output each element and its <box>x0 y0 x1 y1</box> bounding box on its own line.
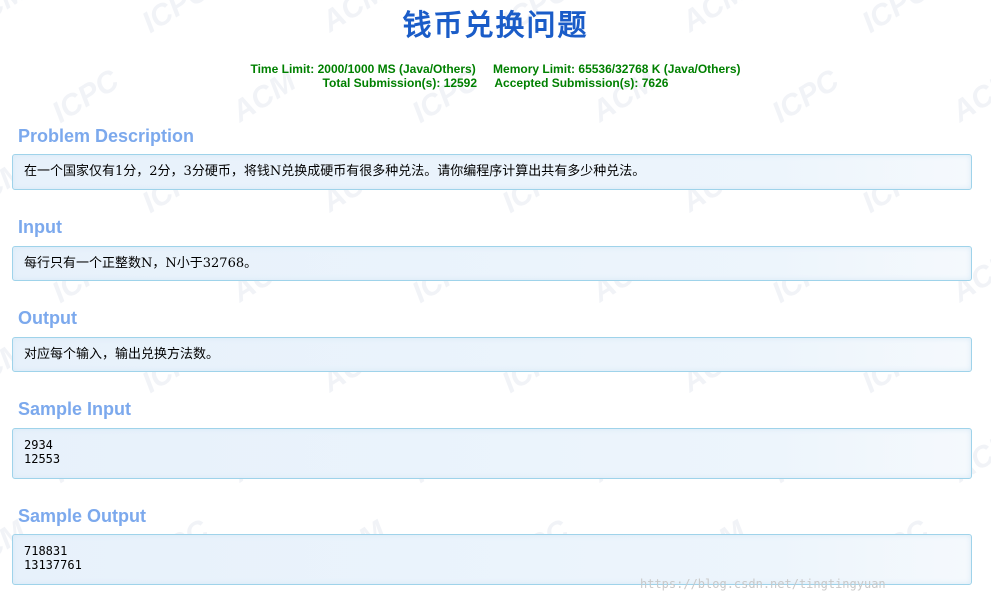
page-title: 钱币兑换问题 <box>402 8 589 42</box>
sample-output-block: 718831 13137761 <box>24 535 960 572</box>
input-panel: 每行只有一个正整数N，N小于32768。 <box>12 246 972 281</box>
sample-output-heading: Sample Output <box>18 506 147 526</box>
description-heading: Problem Description <box>18 126 195 146</box>
accepted-submissions: Accepted Submission(s): 7626 <box>494 76 669 90</box>
description-text: 在一个国家仅有1分，2分，3分硬币，将钱N兑换成硬币有很多种兑法。请你编程序计算… <box>24 164 646 179</box>
watermark-background: ACM ICPC ACM ICPC ACM ICPC ICPC ACM ICPC ACM ICPC A… <box>0 0 991 605</box>
memory-limit: Memory Limit: 65536/32768 K (Java/Others… <box>493 62 741 76</box>
time-limit: Time Limit: 2000/1000 MS (Java/Others) <box>250 62 476 76</box>
sample-input-line: 12553 <box>24 452 61 466</box>
output-heading: Output <box>18 308 77 328</box>
input-text: 每行只有一个正整数N，N小于32768。 <box>24 256 258 271</box>
source-url-watermark: https://blog.csdn.net/tingtingyuan <box>640 577 886 591</box>
sample-input-block: 2934 12553 <box>24 429 960 466</box>
output-text: 对应每个输入，输出兑换方法数。 <box>24 347 220 362</box>
total-submissions: Total Submission(s): 12592 <box>322 76 478 90</box>
input-heading: Input <box>18 217 62 237</box>
problem-limits: Time Limit: 2000/1000 MS (Java/Others) M… <box>0 62 991 90</box>
output-panel: 对应每个输入，输出兑换方法数。 <box>12 337 972 372</box>
sample-output-line: 13137761 <box>24 558 82 572</box>
sample-output-line: 718831 <box>24 544 68 558</box>
sample-input-panel: 2934 12553 <box>12 428 972 479</box>
sample-input-heading: Sample Input <box>18 399 132 419</box>
sample-input-line: 2934 <box>24 438 53 452</box>
description-panel: 在一个国家仅有1分，2分，3分硬币，将钱N兑换成硬币有很多种兑法。请你编程序计算… <box>12 154 972 190</box>
